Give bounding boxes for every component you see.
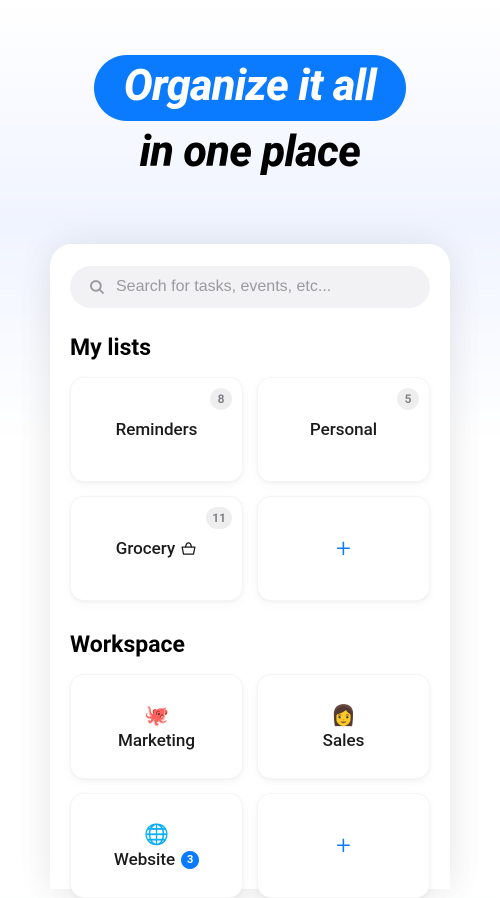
workspace-label-text: Website xyxy=(114,850,175,870)
search-icon xyxy=(88,278,106,296)
list-tile-personal[interactable]: 5 Personal xyxy=(257,377,430,482)
count-badge: 8 xyxy=(210,388,232,410)
workspace-label: Sales xyxy=(323,731,365,751)
list-tile-reminders[interactable]: 8 Reminders xyxy=(70,377,243,482)
tile-label: Personal xyxy=(310,420,377,440)
workspace-label: Marketing xyxy=(118,731,195,751)
search-bar[interactable] xyxy=(70,266,430,308)
hero-pill: Organize it all xyxy=(94,55,406,121)
workspace-grid: 🐙 Marketing 👩 Sales 🌐 Website 3 + xyxy=(70,674,430,898)
workspace-label: Website 3 xyxy=(114,850,199,870)
list-tile-grocery[interactable]: 11 Grocery xyxy=(70,496,243,601)
search-input[interactable] xyxy=(116,278,412,296)
basket-icon xyxy=(180,540,197,557)
workspace-emoji: 👩 xyxy=(331,703,356,727)
workspace-title: Workspace xyxy=(70,631,430,658)
plus-icon: + xyxy=(336,534,351,564)
hero: Organize it all in one place xyxy=(0,0,500,177)
workspace-emoji: 🐙 xyxy=(144,703,169,727)
count-badge: 11 xyxy=(206,507,232,529)
my-lists-grid: 8 Reminders 5 Personal 11 Grocery + xyxy=(70,377,430,601)
plus-icon: + xyxy=(336,831,351,861)
my-lists-title: My lists xyxy=(70,334,430,361)
workspace-tile-marketing[interactable]: 🐙 Marketing xyxy=(70,674,243,779)
hero-subtitle: in one place xyxy=(0,127,500,177)
workspace-tile-sales[interactable]: 👩 Sales xyxy=(257,674,430,779)
main-panel: My lists 8 Reminders 5 Personal 11 Groce… xyxy=(50,244,450,889)
count-badge: 5 xyxy=(397,388,419,410)
globe-icon: 🌐 xyxy=(144,822,169,846)
tile-label: Reminders xyxy=(116,420,198,440)
add-list-tile[interactable]: + xyxy=(257,496,430,601)
tile-label-text: Grocery xyxy=(116,539,176,559)
notification-badge: 3 xyxy=(181,851,199,869)
workspace-tile-website[interactable]: 🌐 Website 3 xyxy=(70,793,243,898)
add-workspace-tile[interactable]: + xyxy=(257,793,430,898)
tile-label: Grocery xyxy=(116,539,198,559)
